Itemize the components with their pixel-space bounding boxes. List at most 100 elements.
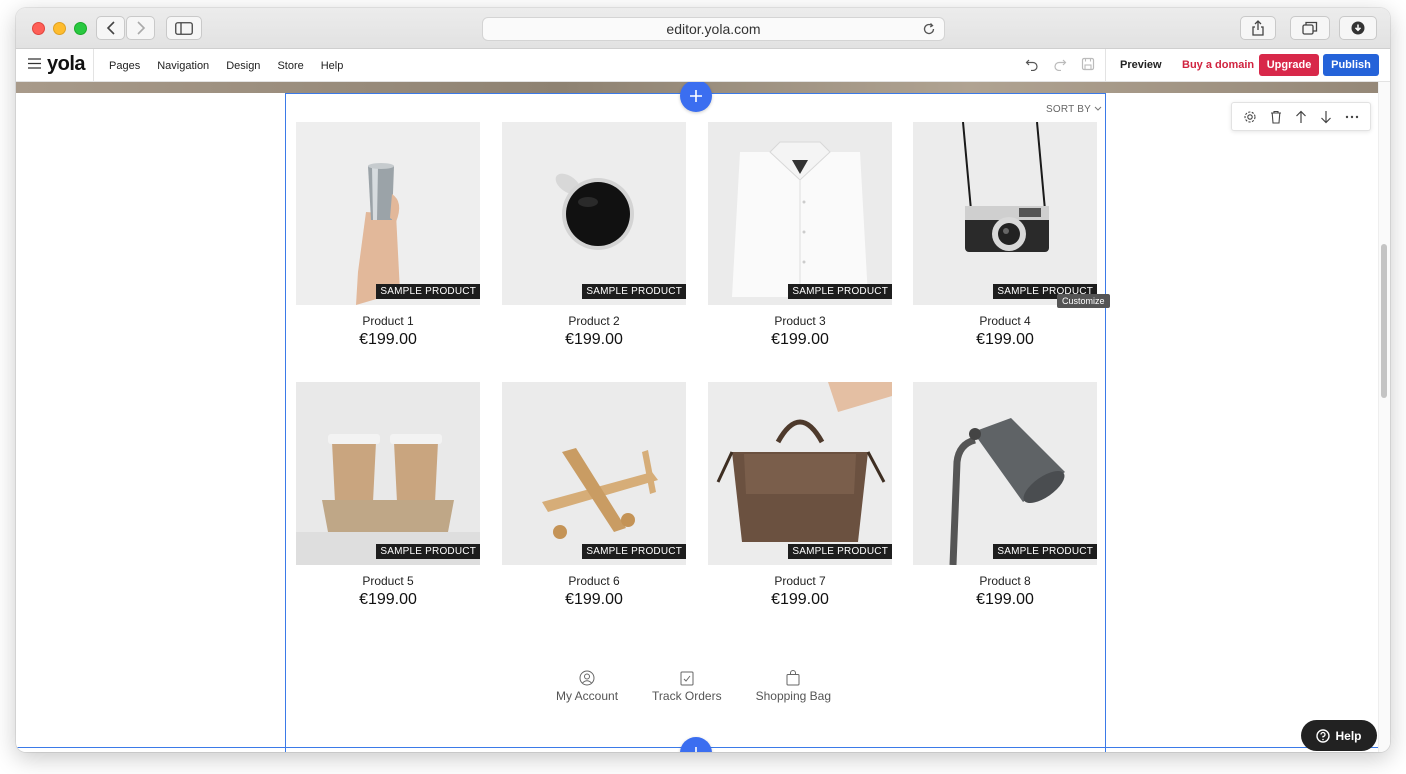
product-name[interactable]: Product 8 — [913, 574, 1097, 588]
product-image[interactable]: SAMPLE PRODUCT — [296, 122, 480, 305]
preview-button[interactable]: Preview — [1120, 59, 1162, 71]
menu-pages[interactable]: Pages — [109, 60, 140, 72]
coffee-mug-image — [502, 122, 686, 305]
sidebar-toggle-button[interactable] — [166, 16, 202, 40]
folded-white-shirt-image — [708, 122, 892, 305]
address-bar[interactable]: editor.yola.com — [482, 17, 945, 41]
tabs-overview-button[interactable] — [1290, 16, 1330, 40]
sample-product-badge: SAMPLE PRODUCT — [993, 544, 1097, 559]
product-card[interactable]: SAMPLE PRODUCT Product 8 €199.00 — [913, 382, 1097, 609]
close-window-button[interactable] — [32, 22, 45, 35]
sort-by-control[interactable]: SORT BY — [1046, 104, 1102, 115]
product-image[interactable]: SAMPLE PRODUCT — [708, 382, 892, 565]
product-image[interactable]: SAMPLE PRODUCT — [913, 382, 1097, 565]
menu-help[interactable]: Help — [321, 60, 344, 72]
scrollbar-thumb[interactable] — [1381, 244, 1387, 398]
shopping-bag-label: Shopping Bag — [755, 689, 831, 703]
gear-icon[interactable] — [1243, 110, 1257, 124]
share-icon — [1252, 20, 1264, 36]
chevron-right-icon — [136, 21, 145, 35]
shopping-bag-link[interactable]: Shopping Bag — [756, 670, 831, 703]
product-name[interactable]: Product 2 — [502, 314, 686, 328]
reload-icon[interactable] — [922, 22, 936, 36]
product-card[interactable]: SAMPLE PRODUCT Product 3 €199.00 — [708, 122, 892, 349]
help-button[interactable]: Help — [1301, 720, 1377, 751]
upgrade-button[interactable]: Upgrade — [1259, 54, 1319, 76]
block-toolbar — [1231, 102, 1371, 131]
redo-icon[interactable] — [1053, 57, 1067, 71]
product-image[interactable]: SAMPLE PRODUCT — [502, 382, 686, 565]
product-card[interactable]: SAMPLE PRODUCT Product 5 €199.00 — [296, 382, 480, 609]
trash-icon[interactable] — [1270, 110, 1282, 124]
share-button[interactable] — [1240, 16, 1276, 40]
product-name[interactable]: Product 7 — [708, 574, 892, 588]
track-orders-link[interactable]: Track Orders — [652, 670, 722, 703]
sample-product-badge: SAMPLE PRODUCT — [582, 284, 686, 299]
menu-navigation[interactable]: Navigation — [157, 60, 209, 72]
product-price: €199.00 — [359, 331, 417, 348]
store-links: My Account Track Orders Shopping Bag — [556, 670, 865, 703]
back-button[interactable] — [96, 16, 125, 40]
product-price: €199.00 — [771, 591, 829, 608]
desk-lamp-image — [913, 382, 1097, 565]
product-name[interactable]: Product 5 — [296, 574, 480, 588]
zoom-window-button[interactable] — [74, 22, 87, 35]
product-image[interactable]: SAMPLE PRODUCT — [296, 382, 480, 565]
product-price: €199.00 — [976, 331, 1034, 348]
my-account-label: My Account — [556, 689, 619, 703]
hamburger-menu-icon[interactable] — [28, 58, 41, 69]
steel-cup-in-hand-image — [296, 122, 480, 305]
save-icon[interactable] — [1081, 57, 1095, 71]
question-circle-icon — [1316, 728, 1331, 743]
editor-toolbar: yola Pages Navigation Design Store Help … — [16, 49, 1390, 82]
downloads-button[interactable] — [1339, 16, 1377, 40]
menu-store[interactable]: Store — [277, 60, 303, 72]
arrow-up-icon[interactable] — [1295, 110, 1307, 124]
scrollbar[interactable] — [1378, 82, 1390, 752]
product-image[interactable]: SAMPLE PRODUCT — [708, 122, 892, 305]
publish-button[interactable]: Publish — [1323, 54, 1379, 76]
sample-product-badge: SAMPLE PRODUCT — [376, 284, 480, 299]
coffee-cups-tray-image — [296, 382, 480, 565]
help-label: Help — [1335, 728, 1362, 743]
minimize-window-button[interactable] — [53, 22, 66, 35]
product-card[interactable]: SAMPLE PRODUCT Product 1 €199.00 — [296, 122, 480, 349]
plus-icon — [690, 90, 702, 102]
sample-product-badge: SAMPLE PRODUCT — [582, 544, 686, 559]
product-card[interactable]: SAMPLE PRODUCT Product 7 €199.00 — [708, 382, 892, 609]
history-controls — [1025, 57, 1095, 71]
user-icon — [579, 670, 595, 686]
sample-product-badge: SAMPLE PRODUCT — [788, 284, 892, 299]
chevron-left-icon — [106, 21, 115, 35]
shopping-bag-icon — [786, 670, 800, 686]
sample-product-badge: SAMPLE PRODUCT — [376, 544, 480, 559]
product-price: €199.00 — [565, 591, 623, 608]
buy-domain-link[interactable]: Buy a domain — [1182, 59, 1254, 71]
sample-product-badge: SAMPLE PRODUCT — [788, 544, 892, 559]
arrow-down-icon[interactable] — [1320, 110, 1332, 124]
product-price: €199.00 — [565, 331, 623, 348]
product-image[interactable]: SAMPLE PRODUCT — [913, 122, 1097, 305]
forward-button[interactable] — [126, 16, 155, 40]
plus-icon — [695, 747, 697, 752]
product-card[interactable]: SAMPLE PRODUCT Product 6 €199.00 — [502, 382, 686, 609]
browser-window: editor.yola.com yola Pages Navigation De… — [16, 8, 1390, 752]
product-name[interactable]: Product 6 — [502, 574, 686, 588]
product-name[interactable]: Product 1 — [296, 314, 480, 328]
product-name[interactable]: Product 3 — [708, 314, 892, 328]
divider — [93, 49, 94, 82]
product-price: €199.00 — [976, 591, 1034, 608]
more-options-icon[interactable] — [1345, 115, 1359, 119]
product-image[interactable]: SAMPLE PRODUCT — [502, 122, 686, 305]
product-card[interactable]: SAMPLE PRODUCT Product 4 €199.00 — [913, 122, 1097, 349]
wooden-plane-image — [502, 382, 686, 565]
product-card[interactable]: SAMPLE PRODUCT Product 2 €199.00 — [502, 122, 686, 349]
menu-design[interactable]: Design — [226, 60, 260, 72]
tabs-icon — [1302, 21, 1318, 35]
undo-icon[interactable] — [1025, 57, 1039, 71]
customize-tooltip: Customize — [1057, 294, 1110, 308]
product-name[interactable]: Product 4 — [913, 314, 1097, 328]
track-orders-label: Track Orders — [652, 689, 722, 703]
sort-by-label: SORT BY — [1046, 104, 1091, 115]
my-account-link[interactable]: My Account — [556, 670, 618, 703]
